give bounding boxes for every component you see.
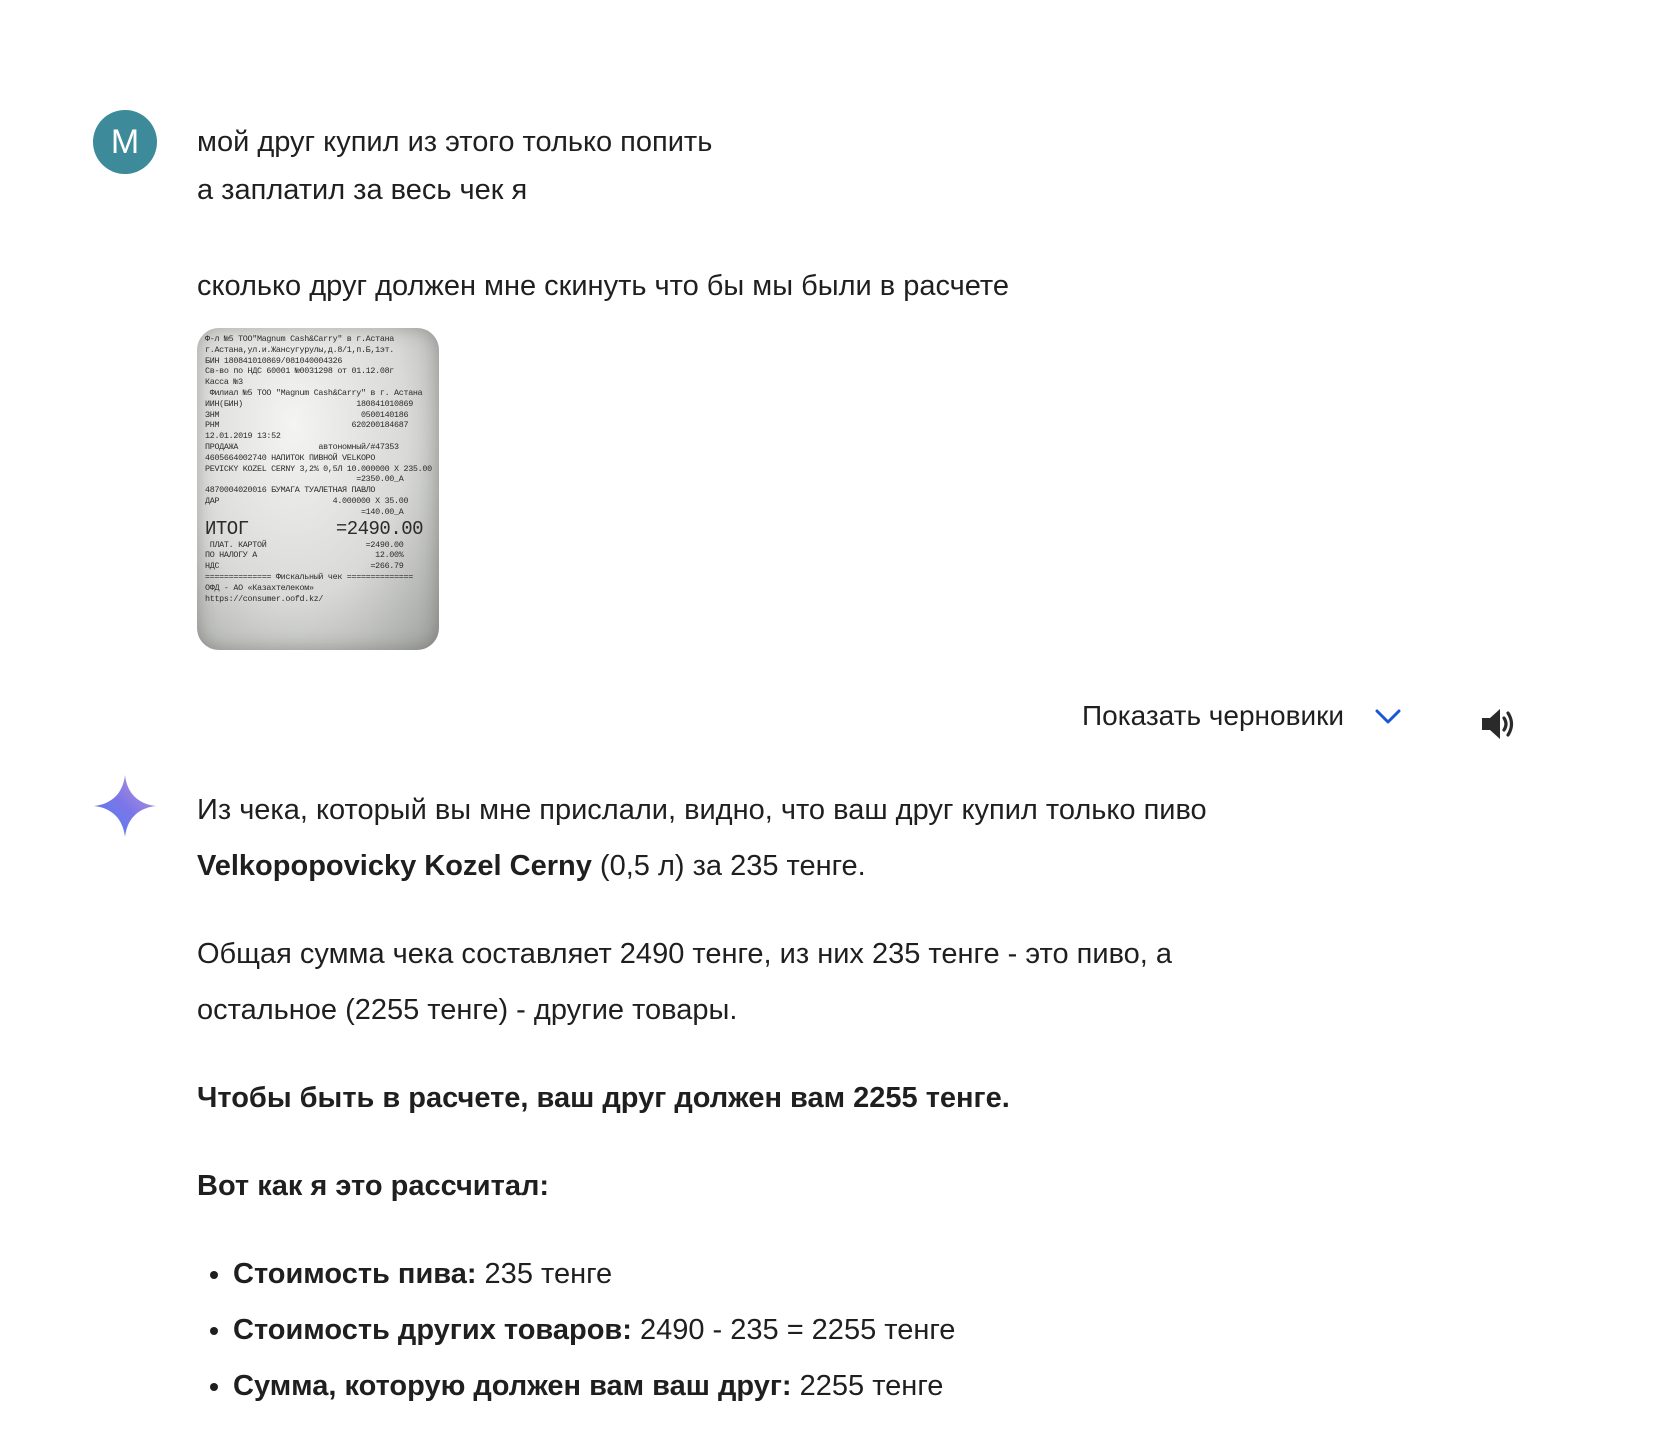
list-item: Стоимость пива: 235 тенге	[233, 1246, 1357, 1302]
show-drafts-button[interactable]: Показать черновики	[1082, 700, 1404, 732]
user-message-line: а заплатил за весь чек я	[197, 174, 528, 206]
list-item: Стоимость других товаров: 2490 - 235 = 2…	[233, 1302, 1357, 1358]
show-drafts-label: Показать черновики	[1082, 700, 1344, 731]
response-conclusion: Чтобы быть в расчете, ваш друг должен ва…	[197, 1082, 1010, 1114]
receipt-content: Ф-л №5 ТОО"Magnum Cash&Carry" в г.Астана…	[205, 334, 432, 644]
response-text: Из чека, который вы мне прислали, видно,…	[197, 794, 1207, 826]
user-message-line: сколько друг должен мне скинуть что бы м…	[197, 270, 1009, 302]
response-paragraph: Из чека, который вы мне прислали, видно,…	[197, 782, 1357, 894]
receipt-text: Ф-л №5 ТОО"Magnum Cash&Carry" в г.Астана…	[205, 334, 432, 517]
receipt-total-value: =2490.00	[335, 517, 424, 540]
gemini-sparkle-icon	[92, 773, 158, 839]
receipt-footer: ПЛАТ. КАРТОЙ =2490.00 ПО НАЛОГУ А 12.00%…	[205, 539, 413, 604]
calculation-list: Стоимость пива: 235 тенге Стоимость друг…	[197, 1246, 1357, 1414]
receipt-image-thumbnail[interactable]: Ф-л №5 ТОО"Magnum Cash&Carry" в г.Астана…	[197, 328, 439, 650]
list-item: Сумма, которую должен вам ваш друг: 2255…	[233, 1358, 1357, 1414]
assistant-response: Из чека, который вы мне прислали, видно,…	[197, 782, 1357, 1414]
user-avatar: M	[93, 110, 157, 174]
response-text: (0,5 л) за 235 тенге.	[591, 850, 866, 882]
response-bold-text: Velkopopovicky Kozel Cerny	[197, 850, 592, 882]
user-message: мой друг купил из этого только попить а …	[197, 118, 1197, 310]
receipt-total-label: ИТОГ	[205, 517, 249, 540]
chevron-down-icon	[1372, 700, 1404, 732]
response-subheading: Вот как я это рассчитал:	[197, 1170, 550, 1202]
response-paragraph: Общая сумма чека составляет 2490 тенге, …	[197, 938, 1173, 1026]
user-message-line: мой друг купил из этого только попить	[197, 126, 713, 158]
speaker-icon[interactable]	[1474, 700, 1522, 748]
